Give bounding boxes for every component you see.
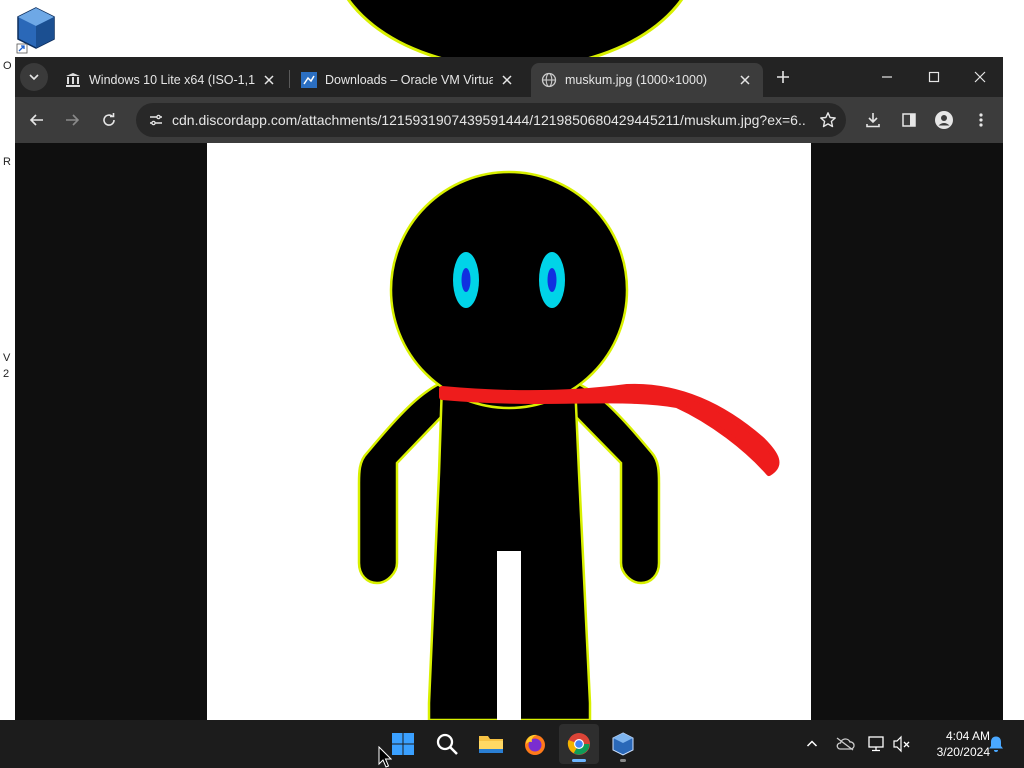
bell-icon (989, 736, 1003, 752)
tab-muskum-jpg[interactable]: muskum.jpg (1000×1000) (531, 63, 763, 97)
taskbar-chrome[interactable] (559, 724, 599, 764)
star-icon[interactable] (816, 108, 840, 132)
archive-icon (65, 72, 81, 88)
tab-downloads-virtualbox[interactable]: Downloads – Oracle VM VirtualB (291, 63, 525, 97)
virtualbox-icon (612, 732, 634, 756)
tab-separator (289, 70, 290, 88)
close-icon[interactable] (737, 72, 753, 88)
left-arm (357, 379, 447, 585)
onedrive-tray-icon[interactable] (833, 732, 857, 756)
image-view[interactable] (207, 143, 811, 720)
network-tray-icon[interactable] (864, 732, 888, 756)
virtualbox-icon (16, 7, 55, 54)
network-icon (868, 736, 884, 752)
taskbar-search-button[interactable] (427, 724, 467, 764)
notifications-button[interactable] (984, 732, 1008, 756)
kebab-menu-icon (979, 113, 983, 127)
avatar-icon (935, 111, 953, 129)
taskbar-virtualbox[interactable] (603, 724, 643, 764)
site-info-icon[interactable] (144, 108, 168, 132)
clock-time: 4:04 AM (945, 729, 990, 743)
window-close-button[interactable] (957, 57, 1003, 97)
side-panel-icon (902, 113, 916, 127)
url-text[interactable]: cdn.discordapp.com/attachments/121593190… (172, 112, 806, 130)
address-bar[interactable]: cdn.discordapp.com/attachments/121593190… (136, 103, 846, 137)
left-pupil (461, 268, 471, 292)
windows-start-icon (392, 733, 414, 755)
desktop-icon-label-stub: R (3, 156, 11, 168)
taskbar-firefox[interactable] (515, 724, 555, 764)
desktop-icon-label-stub: O (3, 60, 12, 72)
cloud-offline-icon (836, 737, 855, 751)
chrome-window: Windows 10 Lite x64 (ISO-1,1GB Downloads… (15, 57, 1003, 720)
leg-gap (497, 551, 521, 720)
profile-button[interactable] (929, 105, 959, 135)
taskbar: 4:04 AM 3/20/2024 (0, 720, 1024, 768)
taskbar-file-explorer[interactable] (471, 724, 511, 764)
virtualbox-icon (301, 72, 317, 88)
running-app-indicator (620, 759, 626, 762)
side-panel-button[interactable] (894, 105, 924, 135)
tab-title: muskum.jpg (1000×1000) (565, 73, 708, 87)
globe-icon (541, 72, 557, 88)
reload-button[interactable] (94, 105, 124, 135)
tab-title: Windows 10 Lite x64 (ISO-1,1GB (89, 73, 255, 87)
head (389, 170, 629, 410)
desktop-icon-label-stub: 2 (3, 368, 10, 380)
minimize-icon (882, 76, 892, 78)
speaker-muted-icon (893, 735, 910, 753)
folder-icon (479, 736, 503, 753)
close-icon[interactable] (261, 72, 277, 88)
maximize-button[interactable] (911, 57, 957, 97)
mouse-cursor-icon (378, 746, 392, 768)
back-button[interactable] (22, 105, 52, 135)
taskbar-clock[interactable]: 4:04 AM 3/20/2024 (918, 728, 990, 760)
show-hidden-icons-button[interactable] (800, 732, 824, 756)
menu-button[interactable] (966, 105, 996, 135)
forward-button[interactable] (57, 105, 87, 135)
tab-title: Downloads – Oracle VM VirtualB (325, 73, 493, 87)
stick-figure-image (357, 170, 780, 720)
clock-date: 3/20/2024 (936, 745, 990, 759)
chevron-up-icon (806, 740, 818, 747)
downloads-button[interactable] (858, 105, 888, 135)
tab-strip: Windows 10 Lite x64 (ISO-1,1GB Downloads… (15, 57, 1003, 97)
plus-icon (777, 71, 789, 83)
close-icon (974, 71, 986, 83)
browser-toolbar: cdn.discordapp.com/attachments/121593190… (15, 97, 1003, 143)
maximize-icon (928, 71, 940, 83)
new-tab-button[interactable] (771, 65, 795, 89)
page-content (15, 143, 1003, 720)
virtualbox-desktop-shortcut[interactable] (14, 6, 58, 54)
volume-tray-icon[interactable] (890, 732, 914, 756)
minimize-button[interactable] (864, 57, 910, 97)
chevron-down-icon (29, 74, 39, 81)
search-icon (436, 733, 458, 755)
reload-icon (103, 113, 115, 126)
arrow-left-icon (29, 114, 43, 126)
chrome-icon (567, 733, 590, 755)
firefox-icon (525, 734, 545, 755)
desktop-icon-label-stub: V (3, 352, 11, 364)
active-app-indicator (572, 759, 586, 762)
tab-windows-10-lite[interactable]: Windows 10 Lite x64 (ISO-1,1GB (55, 63, 287, 97)
download-icon (866, 113, 880, 128)
right-pupil (547, 268, 557, 292)
right-arm (570, 379, 661, 585)
tab-search-button[interactable] (20, 63, 48, 91)
arrow-right-icon (66, 114, 80, 126)
close-icon[interactable] (499, 72, 515, 88)
